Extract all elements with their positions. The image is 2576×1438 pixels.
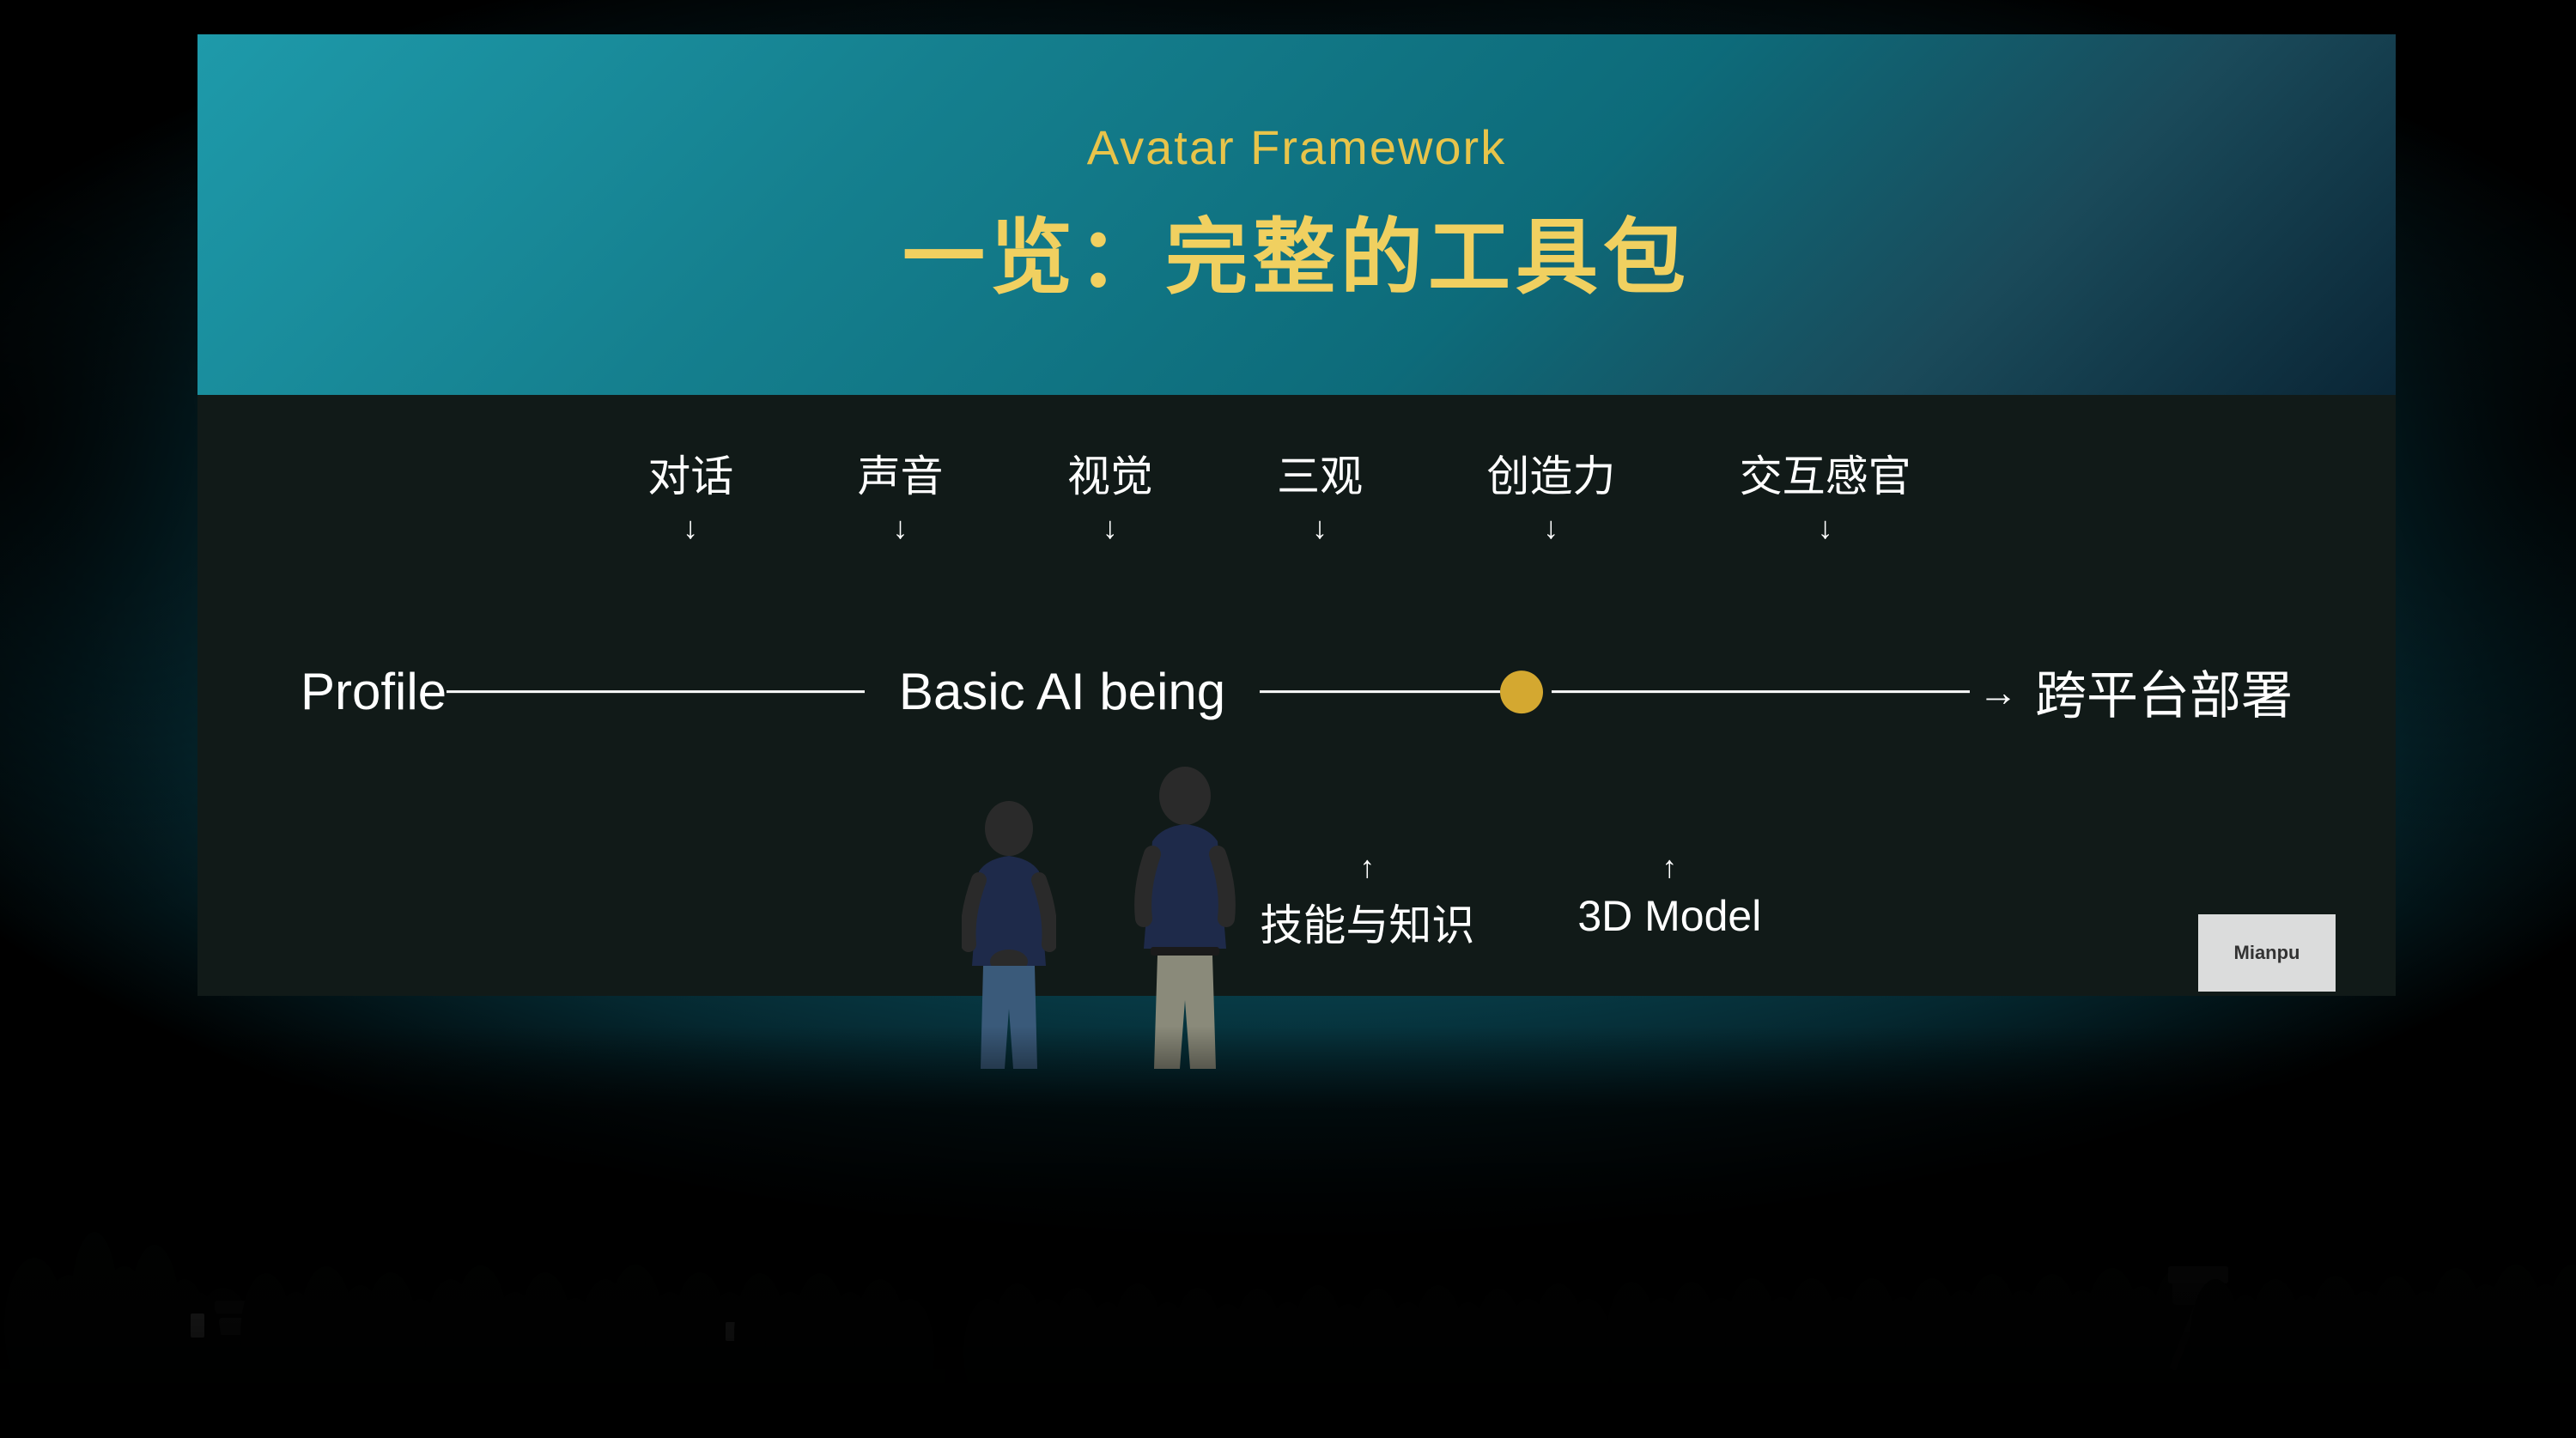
label-shijue-text: 视觉 — [1067, 442, 1153, 504]
diagram-content: 对话 ↓ 声音 ↓ 视觉 ↓ 三观 — [197, 395, 2396, 996]
node-gold-circle — [1500, 670, 1543, 713]
arrow-sanguan: ↓ — [1312, 513, 1327, 543]
label-jiaohu-text: 交互感官 — [1740, 442, 1911, 504]
speaker-right — [1133, 760, 1236, 1069]
line-circle-to-cross — [1552, 690, 1970, 693]
label-jineng: ↑ 技能与知识 — [1260, 852, 1474, 953]
arrow-right-icon: → — [1978, 669, 2018, 715]
arrow-chuangzaoli: ↓ — [1543, 513, 1558, 543]
line-profile-to-basic — [447, 690, 865, 693]
slide-title-english: Avatar Framework — [1087, 119, 1506, 175]
label-shengyin-text: 声音 — [858, 442, 944, 504]
arrow-jineng: ↑ — [1359, 852, 1375, 883]
label-shijue: 视觉 ↓ — [1067, 442, 1153, 543]
label-3dmodel-text: 3D Model — [1577, 891, 1761, 941]
label-3dmodel: ↑ 3D Model — [1577, 852, 1761, 941]
label-jiaohu: 交互感官 ↓ — [1740, 442, 1911, 543]
slide-diagram-area: 对话 ↓ 声音 ↓ 视觉 ↓ 三观 — [197, 395, 2396, 996]
label-chuangzaoli: 创造力 ↓ — [1486, 442, 1615, 543]
labels-below-container: ↑ 技能与知识 ↑ 3D Model — [197, 852, 2396, 953]
sign-overlay: Mianpu — [2198, 914, 2336, 992]
label-shengyin: 声音 ↓ — [858, 442, 944, 543]
slide-top-area: Avatar Framework 一览：完整的工具包 — [197, 34, 2396, 395]
label-chuangzaoli-text: 创造力 — [1486, 442, 1615, 504]
arrow-shijue: ↓ — [1103, 513, 1118, 543]
sign-text: Mianpu — [2234, 942, 2300, 964]
audience-silhouette — [0, 1026, 2576, 1438]
label-jineng-text: 技能与知识 — [1260, 891, 1474, 953]
node-basic-ai: Basic AI being — [865, 662, 1260, 721]
label-duihua-text: 对话 — [647, 442, 733, 504]
label-duihua: 对话 ↓ — [647, 442, 733, 543]
node-profile: Profile — [301, 662, 447, 721]
label-sanguan: 三观 ↓ — [1277, 442, 1363, 543]
slide-title-chinese: 一览：完整的工具包 — [902, 191, 1691, 310]
main-line-container: Profile Basic AI being → 跨平台部署 — [197, 654, 2396, 729]
arrow-shengyin: ↓ — [893, 513, 908, 543]
arrow-jiaohu: ↓ — [1818, 513, 1833, 543]
label-sanguan-text: 三观 — [1277, 442, 1363, 504]
presentation-screen: Avatar Framework 一览：完整的工具包 对话 ↓ 声音 — [197, 34, 2396, 996]
arrow-3dmodel: ↑ — [1662, 852, 1677, 883]
scene: Avatar Framework 一览：完整的工具包 对话 ↓ 声音 — [0, 0, 2576, 1438]
line-basic-to-circle — [1260, 690, 1500, 693]
node-cross-platform: 跨平台部署 — [2018, 654, 2293, 729]
arrow-duihua: ↓ — [683, 513, 698, 543]
